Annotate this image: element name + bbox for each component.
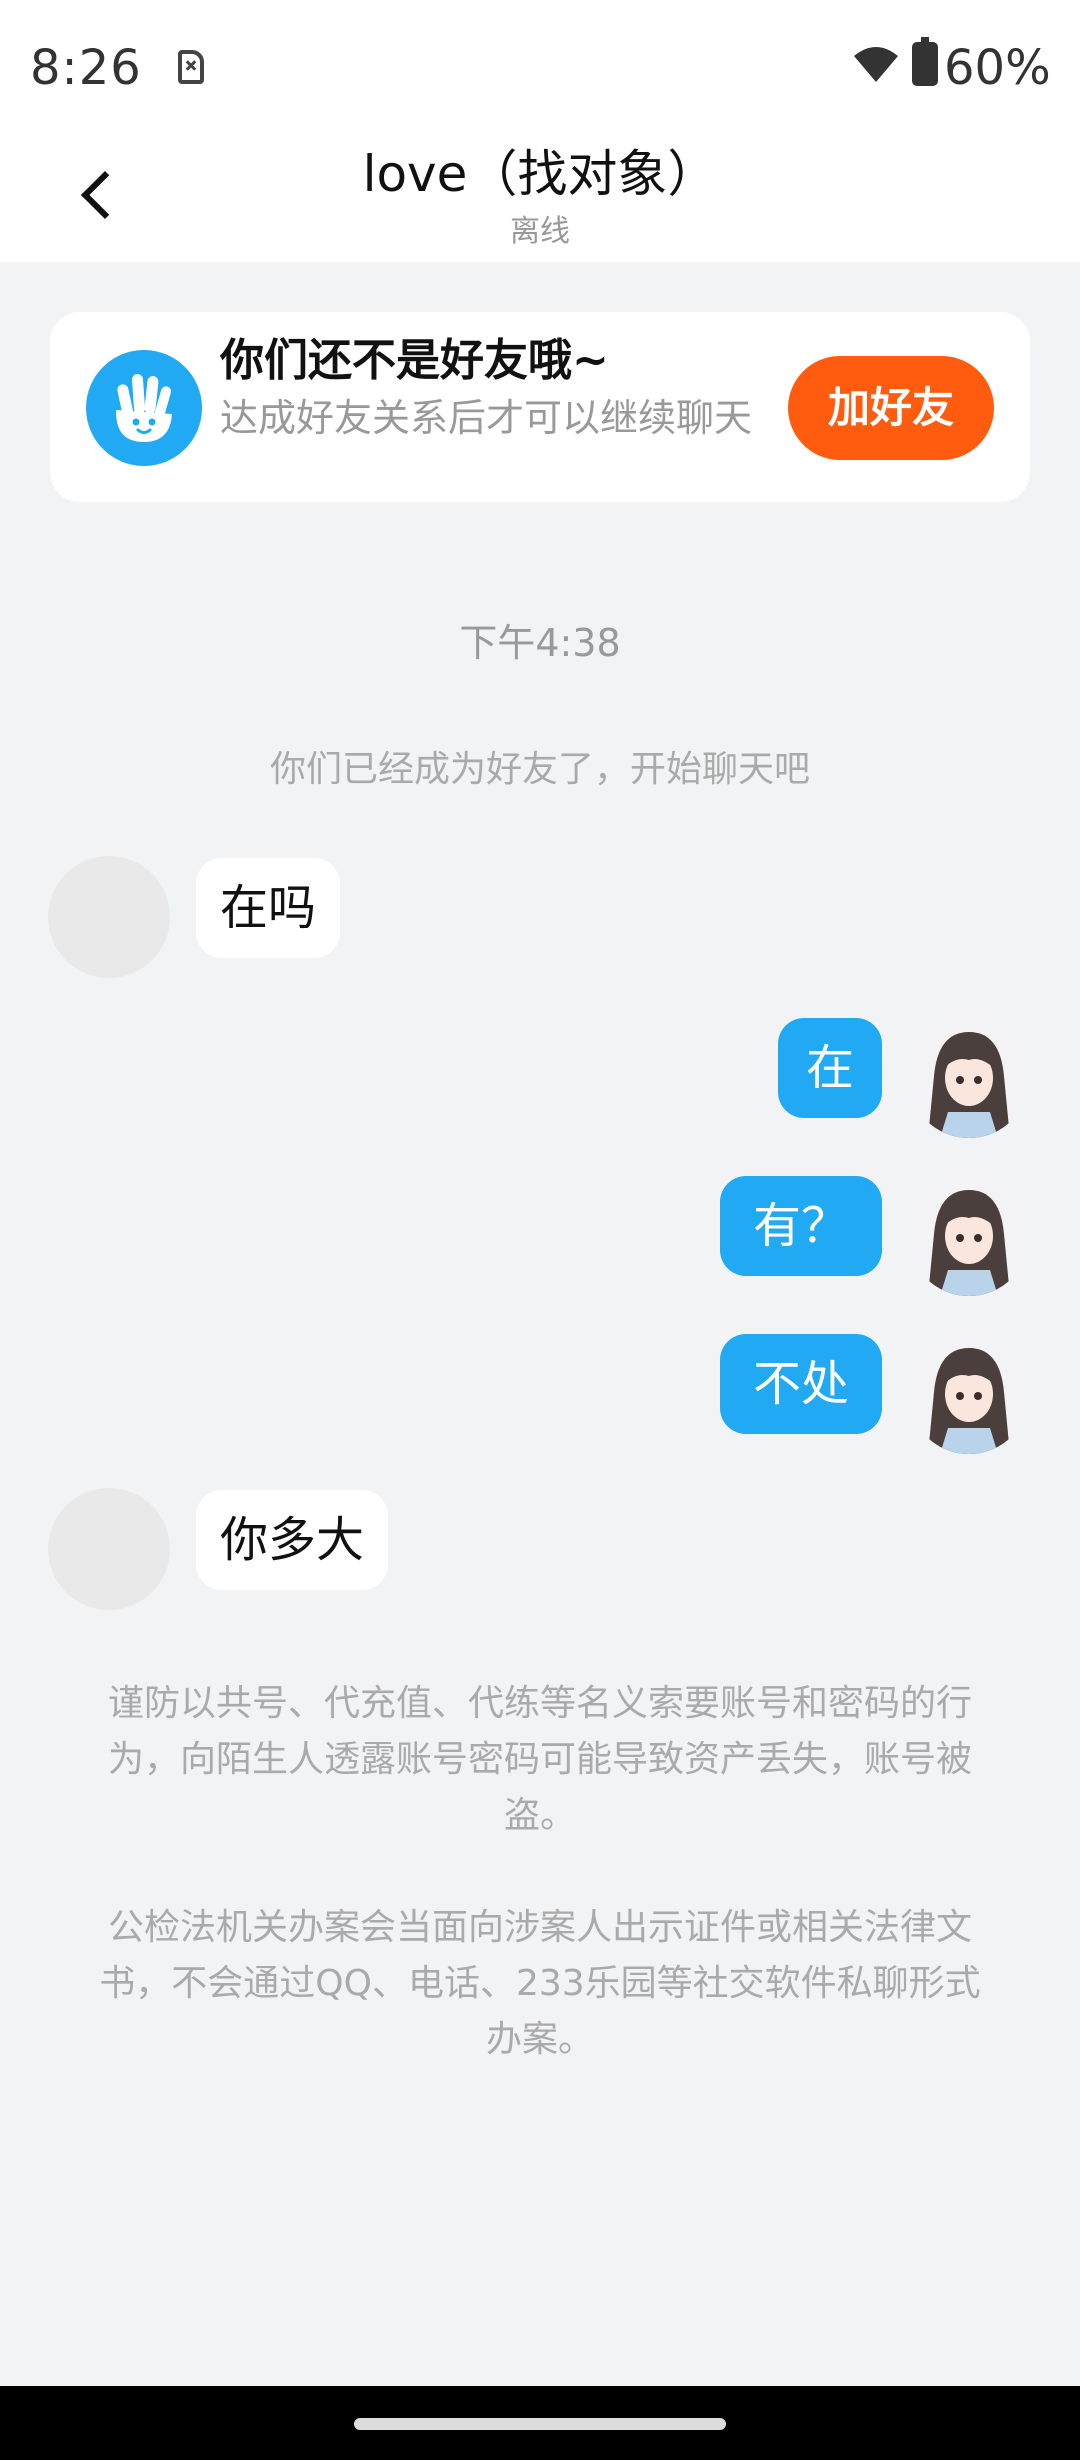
chat-header: love（找对象） 离线 bbox=[0, 130, 1080, 262]
wave-hand-icon bbox=[86, 350, 202, 466]
contact-avatar[interactable] bbox=[48, 856, 170, 978]
status-bar: 8:26 60% bbox=[0, 0, 1080, 130]
navigation-bar bbox=[0, 2386, 1080, 2460]
my-avatar[interactable] bbox=[908, 1174, 1030, 1296]
my-avatar[interactable] bbox=[908, 1016, 1030, 1138]
security-tip: 谨防以共号、代充值、代练等名义索要账号和密码的行为，向陌生人透露账号密码可能导致… bbox=[107, 1683, 972, 1836]
status-time: 8:26 bbox=[30, 40, 142, 96]
banner-title: 你们还不是好友哦~ bbox=[220, 335, 609, 386]
banner-description: 达成好友关系后才可以继续聊天 bbox=[220, 396, 753, 440]
message-bubble-outgoing: 有？ bbox=[720, 1176, 882, 1276]
message-bubble-outgoing: 不处 bbox=[720, 1334, 882, 1434]
contact-status: 离线 bbox=[510, 214, 570, 249]
message-bubble-outgoing: 在 bbox=[778, 1018, 882, 1118]
home-indicator[interactable] bbox=[354, 2418, 726, 2430]
battery-icon bbox=[912, 37, 938, 86]
police-tip: 公检法机关办案会当面向涉案人出示证件或相关法律文书，不会通过QQ、电话、233乐… bbox=[99, 1907, 981, 2060]
add-friend-button[interactable]: 加好友 bbox=[788, 356, 994, 460]
add-friend-banner: 你们还不是好友哦~ 达成好友关系后才可以继续聊天 加好友 bbox=[50, 312, 1030, 502]
no-sim-icon bbox=[178, 50, 204, 84]
message-bubble-incoming: 在吗 bbox=[196, 858, 341, 958]
contact-avatar[interactable] bbox=[48, 1488, 170, 1610]
my-avatar[interactable] bbox=[908, 1332, 1030, 1454]
battery-percentage: 60% bbox=[944, 40, 1051, 96]
wifi-icon bbox=[854, 47, 898, 82]
contact-name: love（找对象） bbox=[362, 145, 718, 203]
system-note: 你们已经成为好友了，开始聊天吧 bbox=[269, 749, 810, 790]
message-bubble-incoming: 你多大 bbox=[196, 1490, 389, 1590]
message-timestamp: 下午4:38 bbox=[459, 621, 621, 665]
